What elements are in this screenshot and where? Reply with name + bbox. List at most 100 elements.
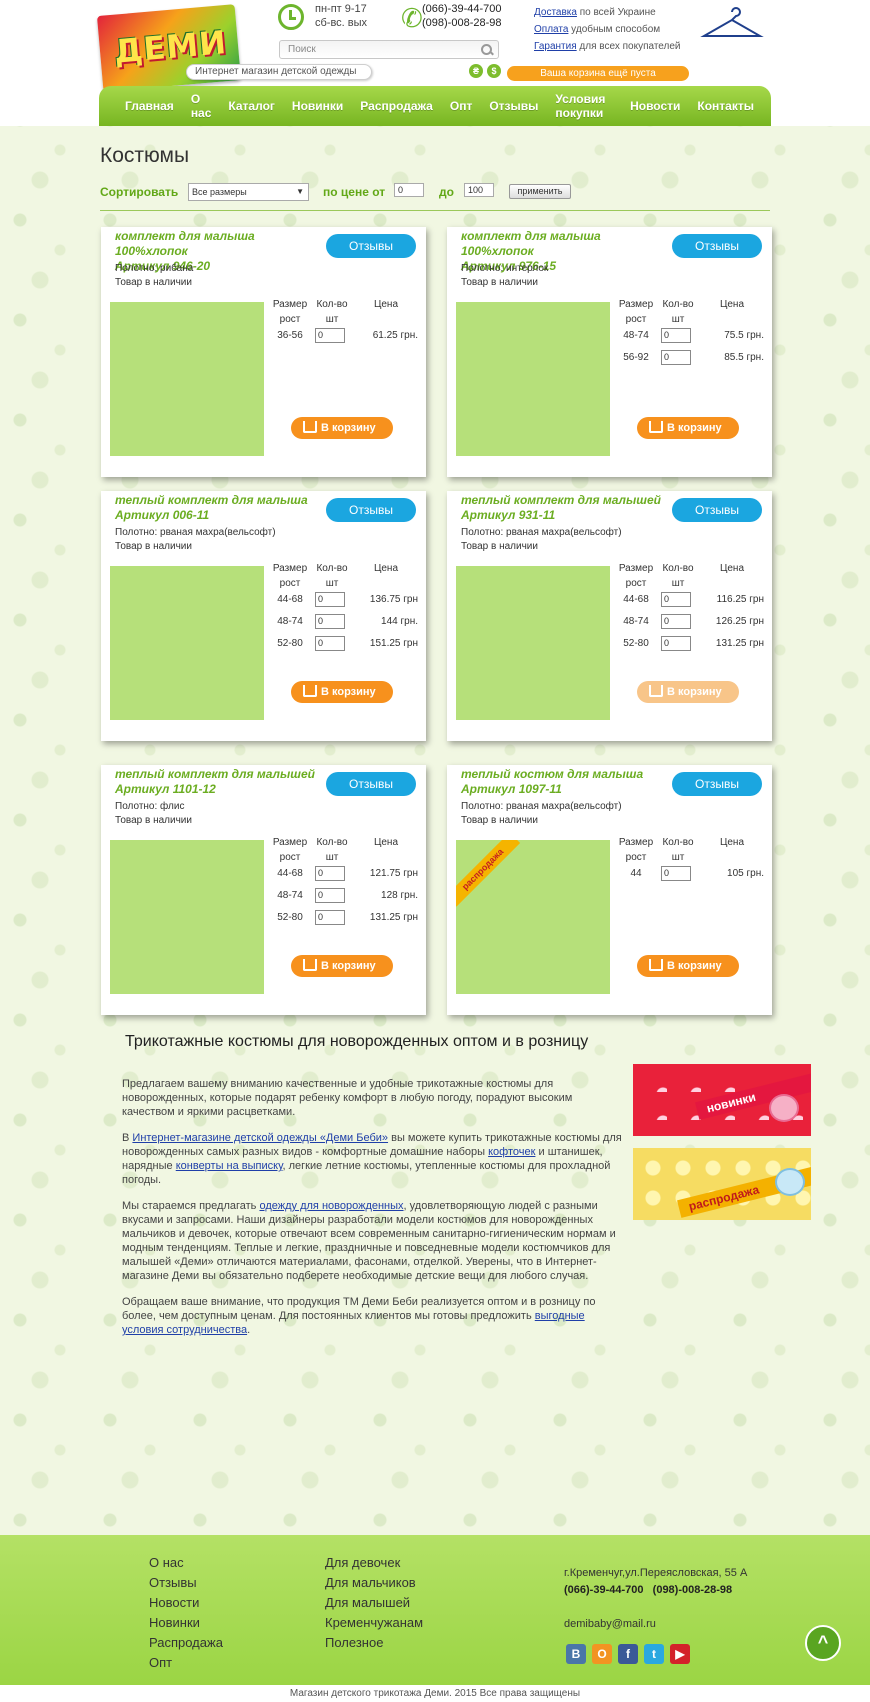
price-table: Размер рост Кол-во шт Цена 44 0 105 грн. — [616, 832, 764, 884]
quantity-input[interactable]: 0 — [315, 866, 345, 881]
footer-link[interactable]: Кременчужанам — [325, 1613, 423, 1633]
quantity-input[interactable]: 0 — [661, 592, 691, 607]
footer-email[interactable]: demibaby@mail.ru — [564, 1616, 747, 1633]
product-photo[interactable] — [456, 566, 610, 720]
footer-link[interactable]: Для малышей — [325, 1593, 423, 1613]
price-to-input[interactable]: 100 — [464, 183, 494, 197]
nav-item[interactable]: Контакты — [697, 99, 754, 113]
nav-item[interactable]: Главная — [125, 99, 174, 113]
button-decoration-icon — [775, 1168, 805, 1196]
product-fabric: Полотно: рибана — [115, 263, 194, 274]
product-stock: Товар в наличии — [115, 541, 192, 552]
seo-link-blouses[interactable]: кофточек — [488, 1146, 535, 1158]
footer-link[interactable]: Распродажа — [149, 1633, 223, 1653]
product-stock: Товар в наличии — [461, 541, 538, 552]
product-title[interactable]: теплый комплект для малышей — [461, 493, 671, 508]
quantity-input[interactable]: 0 — [315, 888, 345, 903]
product-photo[interactable] — [110, 566, 264, 720]
footer-link[interactable]: Опт — [149, 1653, 223, 1673]
twitter-icon[interactable]: t — [644, 1644, 664, 1664]
quantity-input[interactable]: 0 — [315, 910, 345, 925]
seo-link-envelopes[interactable]: конверты на выписку — [176, 1160, 283, 1172]
product-card: комплект для малыша 100%хлопок Артикул 9… — [447, 227, 772, 477]
product-title[interactable]: теплый комплект для малыша — [115, 493, 325, 508]
product-title[interactable]: теплый комплект для малышей — [115, 767, 325, 782]
apply-button[interactable]: применить — [509, 184, 571, 199]
product-photo[interactable]: распродажа — [456, 840, 610, 994]
product-title[interactable]: комплект для малыша 100%хлопок — [115, 229, 325, 259]
nav-item[interactable]: Условия покупки — [555, 92, 613, 120]
quantity-input[interactable]: 0 — [661, 636, 691, 651]
reviews-button[interactable]: Отзывы — [672, 234, 762, 258]
reviews-button[interactable]: Отзывы — [326, 234, 416, 258]
quantity-input[interactable]: 0 — [661, 350, 691, 365]
promo-sale-banner[interactable]: распродажа — [633, 1148, 811, 1220]
search-input[interactable]: Поиск — [279, 40, 499, 59]
price-row: 48-74 0 128 грн. — [277, 888, 418, 903]
nav-item[interactable]: О нас — [191, 92, 212, 120]
product-card: теплый комплект для малышей Артикул 1101… — [101, 765, 426, 1015]
footer-link[interactable]: Новости — [149, 1593, 223, 1613]
quantity-input[interactable]: 0 — [315, 636, 345, 651]
seo-link-newborn[interactable]: одежду для новорожденных — [259, 1200, 403, 1212]
nav-item[interactable]: Отзывы — [489, 99, 538, 113]
quantity-input[interactable]: 0 — [315, 328, 345, 343]
quantity-input[interactable]: 0 — [661, 866, 691, 881]
product-title[interactable]: комплект для малыша 100%хлопок — [461, 229, 671, 259]
product-photo[interactable] — [110, 302, 264, 456]
currency-usd-icon[interactable]: $ — [487, 64, 501, 78]
nav-item[interactable]: Новости — [630, 99, 680, 113]
reviews-button[interactable]: Отзывы — [326, 498, 416, 522]
seo-link-shop[interactable]: Интернет-магазине детской одежды «Деми Б… — [132, 1132, 388, 1144]
quantity-input[interactable]: 0 — [661, 614, 691, 629]
add-to-cart-button[interactable]: В корзину — [637, 417, 739, 439]
footer-link[interactable]: Новинки — [149, 1613, 223, 1633]
cart-status[interactable]: Ваша корзина ещё пуста — [507, 66, 689, 81]
reviews-button[interactable]: Отзывы — [326, 772, 416, 796]
odnoklassniki-icon[interactable]: O — [592, 1644, 612, 1664]
product-photo[interactable] — [456, 302, 610, 456]
reviews-button[interactable]: Отзывы — [672, 772, 762, 796]
phone-icon: ✆ — [401, 3, 423, 33]
info-link[interactable]: Доставка — [534, 7, 577, 18]
quantity-input[interactable]: 0 — [315, 592, 345, 607]
reviews-button[interactable]: Отзывы — [672, 498, 762, 522]
facebook-icon[interactable]: f — [618, 1644, 638, 1664]
price-row: 56-92 0 85.5 грн. — [623, 350, 764, 365]
size-select[interactable]: Все размеры — [188, 183, 309, 201]
add-to-cart-button[interactable]: В корзину — [637, 681, 739, 703]
add-to-cart-button[interactable]: В корзину — [291, 681, 393, 703]
footer-link[interactable]: Для мальчиков — [325, 1573, 423, 1593]
nav-item[interactable]: Распродажа — [360, 99, 433, 113]
info-link[interactable]: Гарантия — [534, 41, 577, 52]
vk-icon[interactable]: В — [566, 1644, 586, 1664]
scroll-top-button[interactable]: ^ — [805, 1625, 841, 1661]
price-to-label: до — [439, 185, 454, 199]
price-from-label: по цене от — [323, 185, 386, 199]
add-to-cart-button[interactable]: В корзину — [637, 955, 739, 977]
sort-bar: Сортировать Все размеры по цене от 0 до … — [100, 183, 770, 213]
product-sku: Артикул 006-11 — [115, 508, 210, 522]
promo-new-banner[interactable]: новинки — [633, 1064, 811, 1136]
search-icon[interactable] — [480, 43, 494, 57]
youtube-icon[interactable]: ▶ — [670, 1644, 690, 1664]
footer-link[interactable]: О нас — [149, 1553, 223, 1573]
add-to-cart-button[interactable]: В корзину — [291, 955, 393, 977]
footer-link[interactable]: Полезное — [325, 1633, 423, 1653]
price-from-input[interactable]: 0 — [394, 183, 424, 197]
product-title[interactable]: теплый костюм для малыша — [461, 767, 671, 782]
quantity-input[interactable]: 0 — [315, 614, 345, 629]
footer-link[interactable]: Отзывы — [149, 1573, 223, 1593]
seo-title: Трикотажные костюмы для новорожденных оп… — [125, 1033, 589, 1050]
nav-item[interactable]: Опт — [450, 99, 472, 113]
nav-item[interactable]: Каталог — [228, 99, 275, 113]
currency-uah-icon[interactable]: ₴ — [469, 64, 483, 78]
info-link[interactable]: Оплата — [534, 24, 568, 35]
footer-link[interactable]: Для девочек — [325, 1553, 423, 1573]
nav-item[interactable]: Новинки — [292, 99, 343, 113]
product-photo[interactable] — [110, 840, 264, 994]
add-to-cart-button[interactable]: В корзину — [291, 417, 393, 439]
product-stock: Товар в наличии — [115, 277, 192, 288]
quantity-input[interactable]: 0 — [661, 328, 691, 343]
product-sku: Артикул 1097-11 — [461, 782, 562, 796]
